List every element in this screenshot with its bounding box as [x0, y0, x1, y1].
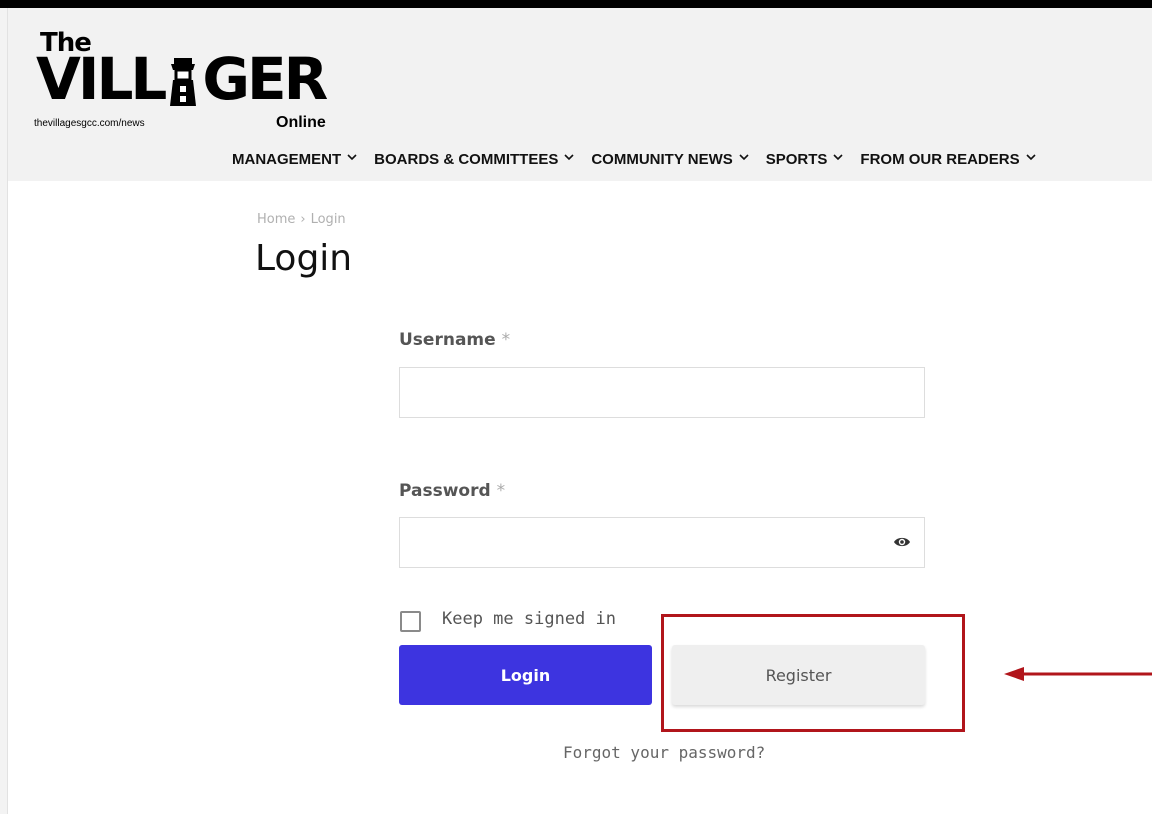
nav-label: SPORTS: [765, 151, 828, 168]
keep-signed-in-label[interactable]: Keep me signed in: [442, 609, 616, 629]
breadcrumb-current: Login: [310, 212, 346, 227]
nav-label: COMMUNITY NEWS: [591, 151, 733, 168]
eye-icon[interactable]: [893, 535, 911, 549]
chevron-down-icon: [564, 153, 574, 164]
keep-signed-in-checkbox[interactable]: [400, 611, 421, 632]
nav-label: BOARDS & COMMITTEES: [374, 151, 559, 168]
username-field[interactable]: [399, 367, 925, 418]
nav-item-boards-committees[interactable]: BOARDS & COMMITTEES: [374, 151, 574, 168]
breadcrumb-home[interactable]: Home: [257, 212, 295, 227]
chevron-down-icon: [1026, 153, 1036, 164]
logo-url: thevillagesgcc.com/news: [34, 118, 145, 129]
logo-villager-text-end: GER: [202, 45, 328, 113]
username-label: Username *: [399, 330, 510, 350]
nav-label: FROM OUR READERS: [860, 151, 1020, 168]
logo-villager: VILL GER: [36, 45, 328, 113]
required-mark: *: [501, 330, 511, 350]
register-highlight-box: [661, 614, 965, 732]
logo-online: Online: [276, 114, 326, 131]
main-nav: MANAGEMENT BOARDS & COMMITTEES COMMUNITY…: [232, 151, 1036, 168]
password-field[interactable]: [399, 517, 925, 568]
password-label: Password *: [399, 481, 505, 501]
breadcrumb-separator: ›: [300, 212, 306, 227]
nav-label: MANAGEMENT: [232, 151, 342, 168]
forgot-password-link[interactable]: Forgot your password?: [563, 743, 765, 762]
lighthouse-icon: [165, 56, 201, 108]
nav-item-from-our-readers[interactable]: FROM OUR READERS: [860, 151, 1036, 168]
breadcrumb: Home › Login: [257, 212, 346, 227]
chevron-down-icon: [833, 153, 843, 164]
nav-item-community-news[interactable]: COMMUNITY NEWS: [591, 151, 749, 168]
site-header: The VILL GER thevillagesgcc.com/news Onl…: [8, 8, 1152, 181]
nav-item-sports[interactable]: SPORTS: [766, 151, 844, 168]
required-mark: *: [496, 481, 506, 501]
nav-item-management[interactable]: MANAGEMENT: [232, 151, 357, 168]
top-border: [0, 0, 1152, 8]
chevron-down-icon: [347, 153, 357, 164]
left-border: [0, 8, 8, 814]
arrow-left-icon: [1004, 664, 1152, 684]
site-logo[interactable]: The VILL GER thevillagesgcc.com/news Onl…: [34, 28, 334, 138]
password-label-text: Password: [399, 481, 491, 501]
logo-villager-text: VILL: [36, 45, 167, 113]
username-label-text: Username: [399, 330, 496, 350]
page-title: Login: [255, 238, 353, 279]
chevron-down-icon: [739, 153, 749, 164]
login-button[interactable]: Login: [399, 645, 652, 705]
